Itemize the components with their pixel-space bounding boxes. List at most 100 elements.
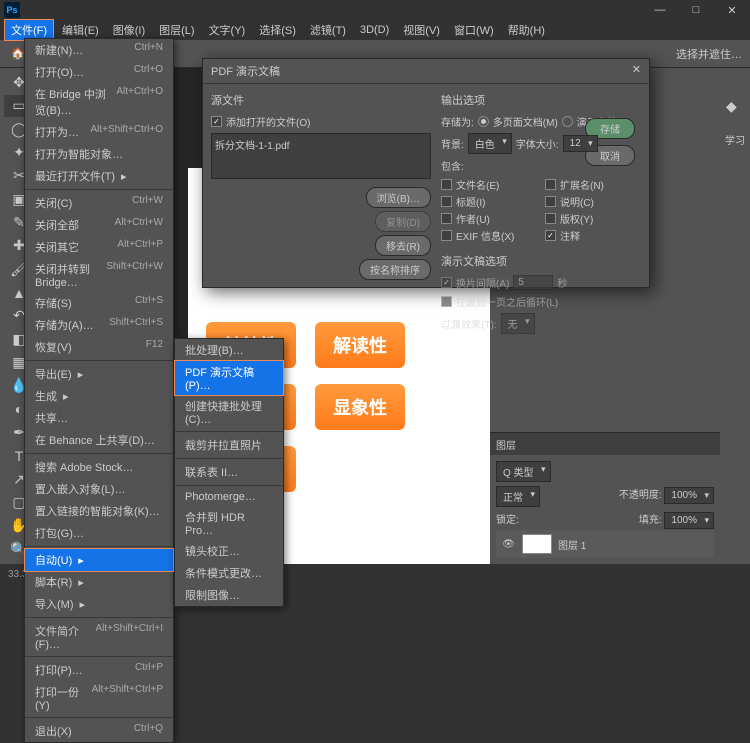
menu-item[interactable]: 打包(G)…	[25, 522, 173, 544]
menu-type[interactable]: 文字(Y)	[203, 20, 252, 40]
submenu-item[interactable]: 裁剪并拉直照片	[175, 434, 283, 456]
add-open-label: 添加打开的文件(O)	[226, 114, 310, 129]
menu-select[interactable]: 选择(S)	[253, 20, 302, 40]
lock-label: 锁定:	[496, 511, 519, 526]
visibility-icon[interactable]: 👁	[502, 539, 516, 550]
menu-window[interactable]: 窗口(W)	[448, 20, 500, 40]
menu-layer[interactable]: 图层(L)	[153, 20, 200, 40]
submenu-item[interactable]: 创建快捷批处理(C)…	[175, 395, 283, 429]
menu-item[interactable]: 最近打开文件(T)	[25, 165, 173, 187]
opacity-input[interactable]: 100%	[664, 487, 714, 504]
learn-label[interactable]: 学习	[725, 132, 745, 147]
filename-label: 文件名(E)	[456, 177, 499, 192]
multipage-label: 多页面文档(M)	[493, 114, 558, 129]
menu-item[interactable]: 导入(M)	[25, 593, 173, 615]
menu-item[interactable]: 在 Behance 上共享(D)…	[25, 429, 173, 451]
menu-item[interactable]: 关闭其它Alt+Ctrl+P	[25, 236, 173, 258]
annot-checkbox[interactable]	[545, 230, 556, 241]
maximize-button[interactable]: □	[678, 0, 714, 20]
menu-item[interactable]: 退出(X)Ctrl+Q	[25, 720, 173, 742]
bg-dropdown[interactable]: 白色	[468, 133, 512, 154]
presentation-radio[interactable]	[562, 116, 573, 127]
menu-item[interactable]: 自动(U)	[25, 549, 173, 571]
advance-checkbox[interactable]	[441, 277, 452, 288]
multipage-radio[interactable]	[478, 116, 489, 127]
menu-3d[interactable]: 3D(D)	[354, 22, 395, 38]
desc-label: 说明(C)	[560, 194, 594, 209]
layer-row[interactable]: 👁 图层 1	[496, 530, 714, 558]
submenu-item[interactable]: 联系表 II…	[175, 461, 283, 483]
sort-name-button[interactable]: 按名称排序	[359, 259, 431, 280]
menu-item[interactable]: 关闭全部Alt+Ctrl+W	[25, 214, 173, 236]
filename-checkbox[interactable]	[441, 179, 452, 190]
close-button[interactable]: ✕	[714, 0, 750, 20]
minimize-button[interactable]: —	[642, 0, 678, 20]
collapsed-panels: ◆ 学习	[720, 68, 750, 564]
submenu-item[interactable]: 条件模式更改…	[175, 562, 283, 584]
submenu-item[interactable]: 限制图像…	[175, 584, 283, 606]
menu-view[interactable]: 视图(V)	[397, 20, 446, 40]
menu-item[interactable]: 恢复(V)F12	[25, 336, 173, 358]
transition-dropdown[interactable]: 无	[501, 313, 535, 334]
submenu-item[interactable]: Photomerge…	[175, 488, 283, 506]
menu-item[interactable]: 打开为…Alt+Shift+Ctrl+O	[25, 121, 173, 143]
loop-label: 在最后一页之后循环(L)	[456, 294, 558, 309]
menu-filter[interactable]: 滤镜(T)	[304, 20, 352, 40]
add-open-checkbox[interactable]	[211, 116, 222, 127]
ext-checkbox[interactable]	[545, 179, 556, 190]
exif-label: EXIF 信息(X)	[456, 228, 514, 243]
advance-seconds-input[interactable]: 5	[513, 275, 553, 290]
title-checkbox[interactable]	[441, 196, 452, 207]
select-mask-button[interactable]: 选择并遮住…	[676, 46, 742, 62]
author-label: 作者(U)	[456, 211, 490, 226]
menu-item[interactable]: 置入链接的智能对象(K)…	[25, 500, 173, 522]
opacity-label: 不透明度:	[619, 490, 662, 501]
menu-item[interactable]: 生成	[25, 385, 173, 407]
menu-item[interactable]: 存储(S)Ctrl+S	[25, 292, 173, 314]
fontsize-dropdown[interactable]: 12	[563, 135, 598, 152]
layer-type-filter[interactable]: Q 类型	[496, 461, 551, 482]
layers-tab[interactable]: 图层	[496, 437, 516, 452]
submenu-item[interactable]: 批处理(B)…	[175, 339, 283, 361]
browse-button[interactable]: 浏览(B)…	[366, 187, 431, 208]
menu-item[interactable]: 置入嵌入对象(L)…	[25, 478, 173, 500]
submenu-item[interactable]: PDF 演示文稿(P)…	[175, 361, 283, 395]
menu-image[interactable]: 图像(I)	[107, 20, 151, 40]
advance-label: 换片间隔(A)	[456, 275, 509, 290]
menu-item[interactable]: 关闭并转到 Bridge…Shift+Ctrl+W	[25, 258, 173, 292]
menu-item[interactable]: 打开为智能对象…	[25, 143, 173, 165]
submenu-item[interactable]: 合并到 HDR Pro…	[175, 506, 283, 540]
menu-item[interactable]: 导出(E)	[25, 363, 173, 385]
menu-item[interactable]: 共享…	[25, 407, 173, 429]
canvas-button: 显象性	[315, 384, 405, 430]
layer-thumbnail[interactable]	[522, 534, 552, 554]
menu-item[interactable]: 文件简介(F)…Alt+Shift+Ctrl+I	[25, 620, 173, 654]
menu-item[interactable]: 存储为(A)…Shift+Ctrl+S	[25, 314, 173, 336]
blend-mode-dropdown[interactable]: 正常	[496, 486, 540, 507]
menu-edit[interactable]: 编辑(E)	[56, 20, 105, 40]
remove-button[interactable]: 移去(R)	[375, 235, 431, 256]
menu-item[interactable]: 脚本(R)	[25, 571, 173, 593]
duplicate-button[interactable]: 复制(D)	[375, 211, 431, 232]
author-checkbox[interactable]	[441, 213, 452, 224]
learn-icon[interactable]: ◆	[726, 98, 744, 116]
titlebar: Ps — □ ✕	[0, 0, 750, 20]
loop-checkbox[interactable]	[441, 296, 452, 307]
menu-item[interactable]: 打印一份(Y)Alt+Shift+Ctrl+P	[25, 681, 173, 715]
menu-item[interactable]: 打印(P)…Ctrl+P	[25, 659, 173, 681]
submenu-item[interactable]: 镜头校正…	[175, 540, 283, 562]
file-list[interactable]: 拆分文档-1-1.pdf	[211, 133, 431, 179]
copyright-checkbox[interactable]	[545, 213, 556, 224]
menu-item[interactable]: 搜索 Adobe Stock…	[25, 456, 173, 478]
desc-checkbox[interactable]	[545, 196, 556, 207]
exif-checkbox[interactable]	[441, 230, 452, 241]
layer-name[interactable]: 图层 1	[558, 537, 586, 552]
fill-input[interactable]: 100%	[664, 512, 714, 529]
menu-item[interactable]: 新建(N)…Ctrl+N	[25, 39, 173, 61]
menu-item[interactable]: 关闭(C)Ctrl+W	[25, 192, 173, 214]
menu-item[interactable]: 打开(O)…Ctrl+O	[25, 61, 173, 83]
file-item[interactable]: 拆分文档-1-1.pdf	[215, 137, 427, 152]
menu-item[interactable]: 在 Bridge 中浏览(B)…Alt+Ctrl+O	[25, 83, 173, 121]
dialog-close-icon[interactable]: ✕	[632, 63, 641, 79]
menu-help[interactable]: 帮助(H)	[502, 20, 551, 40]
